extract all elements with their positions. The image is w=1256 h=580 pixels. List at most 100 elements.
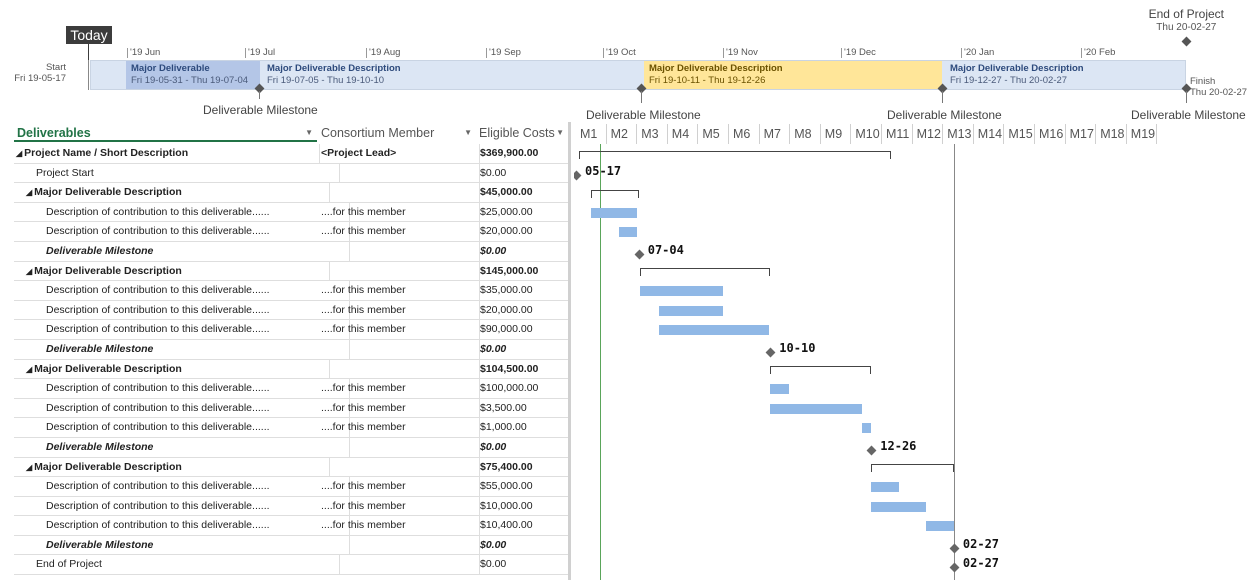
member-cell[interactable] xyxy=(318,183,480,203)
collapse-triangle-icon[interactable]: ◢ xyxy=(26,188,32,197)
member-cell[interactable]: ....for this member xyxy=(318,477,480,497)
member-cell[interactable] xyxy=(318,241,480,261)
cost-cell[interactable]: $75,400.00 xyxy=(477,458,571,477)
cost-cell[interactable]: $45,000.00 xyxy=(477,183,571,202)
table-row[interactable]: ◢ Major Deliverable Description $145,000.0… xyxy=(14,261,571,282)
column-header-deliverables[interactable]: Deliverables ▼ xyxy=(14,124,317,142)
task-name-cell[interactable]: ◢ Project Name / Short Description xyxy=(14,144,320,163)
gantt-task-bar[interactable] xyxy=(640,286,723,296)
member-cell[interactable]: ....for this member xyxy=(318,281,480,301)
cost-cell[interactable]: $369,900.00 xyxy=(477,144,571,163)
timeline-segment[interactable]: Major Deliverable Fri 19-05-31 - Thu 19-… xyxy=(126,61,260,89)
task-name-cell[interactable]: Description of contribution to this deli… xyxy=(14,202,350,222)
cost-cell[interactable]: $0.00 xyxy=(477,438,571,457)
cost-cell[interactable]: $0.00 xyxy=(477,340,571,359)
task-name-cell[interactable]: Description of contribution to this deli… xyxy=(14,379,350,399)
pane-splitter[interactable] xyxy=(568,122,571,580)
column-header-member[interactable]: Consortium Member ▼ xyxy=(318,124,476,142)
collapse-triangle-icon[interactable]: ◢ xyxy=(16,149,22,158)
member-cell[interactable]: ....for this member xyxy=(318,398,480,418)
gantt-task-bar[interactable] xyxy=(658,305,723,316)
member-cell[interactable]: ....for this member xyxy=(318,320,480,340)
task-name-cell[interactable]: Deliverable Milestone xyxy=(14,241,350,261)
task-name-cell[interactable]: ◢ Major Deliverable Description xyxy=(14,261,330,281)
cost-cell[interactable]: $0.00 xyxy=(477,164,571,183)
cost-cell[interactable]: $10,000.00 xyxy=(477,497,571,516)
table-row[interactable]: Description of contribution to this deli… xyxy=(14,281,568,301)
member-cell[interactable] xyxy=(318,555,480,575)
gantt-summary-bracket[interactable] xyxy=(770,366,872,375)
table-row[interactable]: ◢ Major Deliverable Description $45,000.00 xyxy=(14,183,568,203)
cost-cell[interactable]: $0.00 xyxy=(477,536,571,555)
task-name-cell[interactable]: End of Project xyxy=(14,555,340,575)
member-cell[interactable] xyxy=(318,163,480,183)
task-name-cell[interactable]: Deliverable Milestone xyxy=(14,339,350,359)
gantt-summary-bracket[interactable] xyxy=(591,190,639,198)
today-marker[interactable]: Today xyxy=(66,26,112,44)
cost-cell[interactable]: $145,000.00 xyxy=(477,262,571,281)
task-name-cell[interactable]: Description of contribution to this deli… xyxy=(14,320,350,340)
task-name-cell[interactable]: Description of contribution to this deli… xyxy=(14,496,350,516)
gantt-summary-bracket[interactable] xyxy=(640,268,771,277)
member-cell[interactable]: ....for this member xyxy=(318,418,480,438)
member-cell[interactable] xyxy=(318,261,480,281)
task-name-cell[interactable]: ◢ Major Deliverable Description xyxy=(14,359,330,379)
table-row[interactable]: Description of contribution to this deli… xyxy=(14,496,571,517)
cost-cell[interactable]: $90,000.00 xyxy=(477,320,571,339)
table-row[interactable]: Deliverable Milestone $0.00 xyxy=(14,339,571,360)
gantt-task-bar[interactable] xyxy=(871,501,927,512)
member-cell[interactable]: ....for this member xyxy=(318,516,480,536)
timeline-segment[interactable]: Major Deliverable Description Fri 19-12-… xyxy=(945,61,1185,89)
collapse-triangle-icon[interactable]: ◢ xyxy=(26,267,32,276)
table-row[interactable]: Description of contribution to this deli… xyxy=(14,202,568,223)
cost-cell[interactable]: $100,000.00 xyxy=(477,379,571,398)
member-cell[interactable] xyxy=(318,359,480,379)
task-name-cell[interactable]: Description of contribution to this deli… xyxy=(14,281,350,301)
timeline-segment[interactable]: Major Deliverable Description Fri 19-07-… xyxy=(262,61,642,89)
task-name-cell[interactable]: Description of contribution to this deli… xyxy=(14,398,350,418)
task-name-cell[interactable]: Deliverable Milestone xyxy=(14,535,350,555)
gantt-milestone-diamond[interactable] xyxy=(949,562,960,573)
table-row[interactable]: Deliverable Milestone $0.00 xyxy=(14,437,571,458)
table-row[interactable]: ◢ Major Deliverable Description $75,400.00 xyxy=(14,457,571,478)
gantt-milestone-diamond[interactable] xyxy=(949,543,960,554)
collapse-triangle-icon[interactable]: ◢ xyxy=(26,365,32,374)
member-cell[interactable] xyxy=(318,535,480,555)
task-name-cell[interactable]: ◢ Major Deliverable Description xyxy=(14,457,330,477)
task-name-cell[interactable]: Project Start xyxy=(14,163,340,183)
table-row[interactable]: ◢ Major Deliverable Description $104,500.0… xyxy=(14,359,571,380)
gantt-task-bar[interactable] xyxy=(591,207,638,218)
task-name-cell[interactable]: Description of contribution to this deli… xyxy=(14,418,350,438)
table-row[interactable]: Description of contribution to this deli… xyxy=(14,379,568,399)
member-cell[interactable] xyxy=(318,457,480,477)
table-row[interactable]: Description of contribution to this deli… xyxy=(14,398,571,419)
member-cell[interactable]: ....for this member xyxy=(318,202,480,222)
cost-cell[interactable]: $10,400.00 xyxy=(477,516,571,535)
cost-cell[interactable]: $20,000.00 xyxy=(477,222,571,241)
task-name-cell[interactable]: Description of contribution to this deli… xyxy=(14,300,350,320)
gantt-task-bar[interactable] xyxy=(658,325,769,336)
cost-cell[interactable]: $20,000.00 xyxy=(477,301,571,320)
gantt-task-bar[interactable] xyxy=(926,521,954,532)
member-cell[interactable]: ....for this member xyxy=(318,222,480,242)
timeline-segment[interactable]: Major Deliverable Description Fri 19-10-… xyxy=(644,61,942,89)
table-row[interactable]: Description of contribution to this deli… xyxy=(14,300,571,321)
task-name-cell[interactable]: Description of contribution to this deli… xyxy=(14,516,350,536)
dropdown-arrow-icon[interactable]: ▼ xyxy=(464,124,472,142)
cost-cell[interactable]: $104,500.00 xyxy=(477,360,571,379)
member-cell[interactable]: <Project Lead> xyxy=(318,144,480,163)
gantt-milestone-diamond[interactable] xyxy=(765,347,776,358)
column-header-costs[interactable]: Eligible Costs ▼ xyxy=(476,124,568,142)
cost-cell[interactable]: $0.00 xyxy=(477,555,571,574)
task-name-cell[interactable]: Description of contribution to this deli… xyxy=(14,222,350,242)
table-row[interactable]: Description of contribution to this deli… xyxy=(14,516,568,536)
member-cell[interactable]: ....for this member xyxy=(318,496,480,516)
gantt-milestone-diamond[interactable] xyxy=(574,170,582,181)
member-cell[interactable]: ....for this member xyxy=(318,379,480,399)
table-row[interactable]: Project Start $0.00 xyxy=(14,163,571,184)
member-cell[interactable] xyxy=(318,437,480,457)
table-row[interactable]: Deliverable Milestone $0.00 xyxy=(14,241,571,262)
cost-cell[interactable]: $0.00 xyxy=(477,242,571,261)
member-cell[interactable] xyxy=(318,339,480,359)
cost-cell[interactable]: $3,500.00 xyxy=(477,399,571,418)
